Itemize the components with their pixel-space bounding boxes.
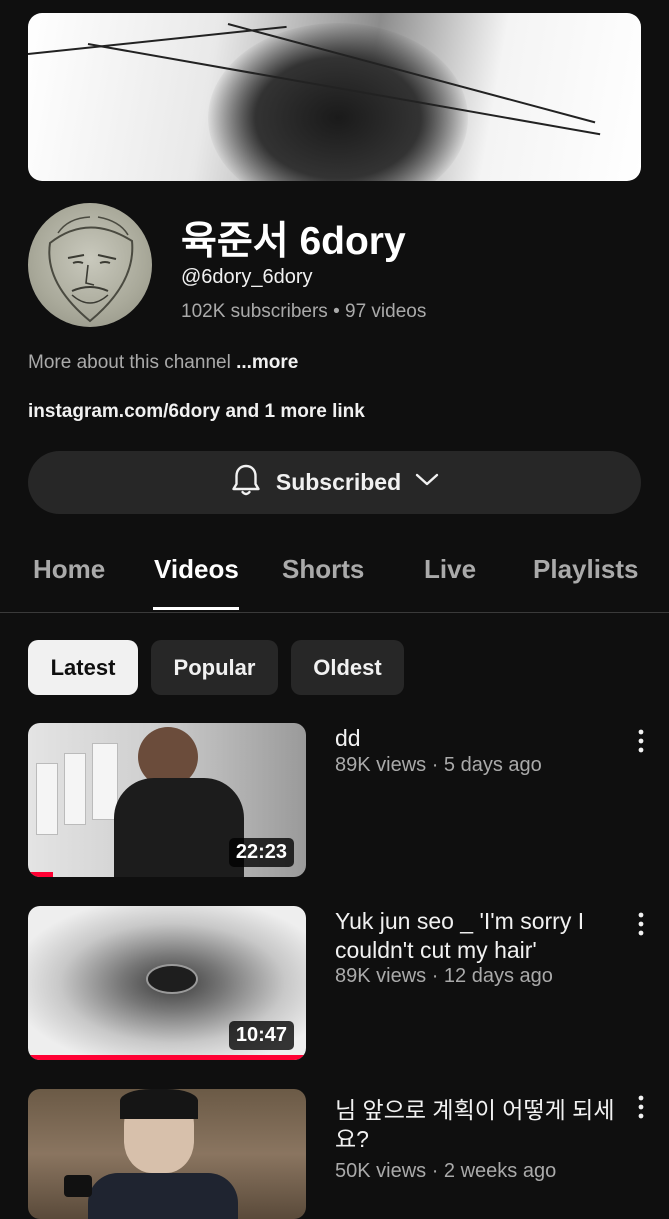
video-title[interactable]: dd	[335, 724, 620, 753]
video-title[interactable]: Yuk jun seo _ 'I'm sorry I couldn't cut …	[335, 907, 620, 965]
more-vert-icon[interactable]	[630, 910, 652, 940]
channel-about[interactable]: More about this channel ...more	[28, 352, 298, 374]
subscribed-label: Subscribed	[275, 469, 402, 495]
thumb-eye	[146, 964, 198, 994]
channel-handle: @6dory_6dory	[181, 266, 313, 288]
tab-live[interactable]: Live	[424, 554, 476, 585]
channel-stats: 102K subscribers • 97 videos	[181, 301, 427, 322]
tab-videos[interactable]: Videos	[154, 554, 239, 585]
about-more-link[interactable]: ...more	[236, 352, 298, 373]
chip-popular[interactable]: Popular	[151, 640, 278, 695]
video-meta: 89K views · 5 days ago	[335, 754, 542, 776]
thumb-poster	[64, 753, 86, 825]
more-vert-icon[interactable]	[630, 1093, 652, 1123]
video-thumbnail[interactable]: 22:23	[28, 723, 306, 877]
thumb-person-hair	[120, 1089, 198, 1119]
subscribed-button[interactable]: Subscribed	[28, 451, 641, 514]
more-vert-icon[interactable]	[630, 727, 652, 757]
channel-links[interactable]: instagram.com/6dory and 1 more link	[28, 401, 365, 423]
video-duration: 10:47	[228, 1021, 294, 1050]
thumb-person-body	[114, 778, 244, 877]
chip-oldest[interactable]: Oldest	[291, 640, 404, 695]
video-meta: 50K views · 2 weeks ago	[335, 1160, 557, 1182]
watch-progress	[28, 872, 54, 877]
tab-playlists[interactable]: Playlists	[533, 554, 639, 585]
thumb-poster	[36, 763, 58, 835]
video-meta: 89K views · 12 days ago	[335, 965, 553, 987]
channel-avatar[interactable]	[28, 203, 152, 327]
bell-icon	[230, 463, 262, 502]
about-text: More about this channel	[28, 352, 237, 373]
avatar-drawing	[48, 216, 134, 323]
thumb-person-body	[88, 1173, 238, 1219]
chip-latest[interactable]: Latest	[28, 640, 138, 695]
video-thumbnail[interactable]: 10:47	[28, 906, 306, 1060]
tab-shorts[interactable]: Shorts	[282, 554, 364, 585]
channel-banner[interactable]	[28, 13, 641, 181]
active-tab-indicator	[153, 607, 239, 610]
video-title[interactable]: 님 앞으로 계획이 어떻게 되세요?	[335, 1096, 620, 1154]
banner-figure	[208, 23, 468, 181]
channel-name: 육준서 6dory	[181, 220, 406, 263]
video-duration: 22:23	[228, 838, 294, 867]
watch-progress	[28, 1055, 306, 1060]
tab-home[interactable]: Home	[33, 554, 105, 585]
thumb-camera	[64, 1175, 92, 1197]
channel-tabs: Home Videos Shorts Live Playlists	[0, 540, 669, 613]
chevron-down-icon	[415, 472, 439, 493]
